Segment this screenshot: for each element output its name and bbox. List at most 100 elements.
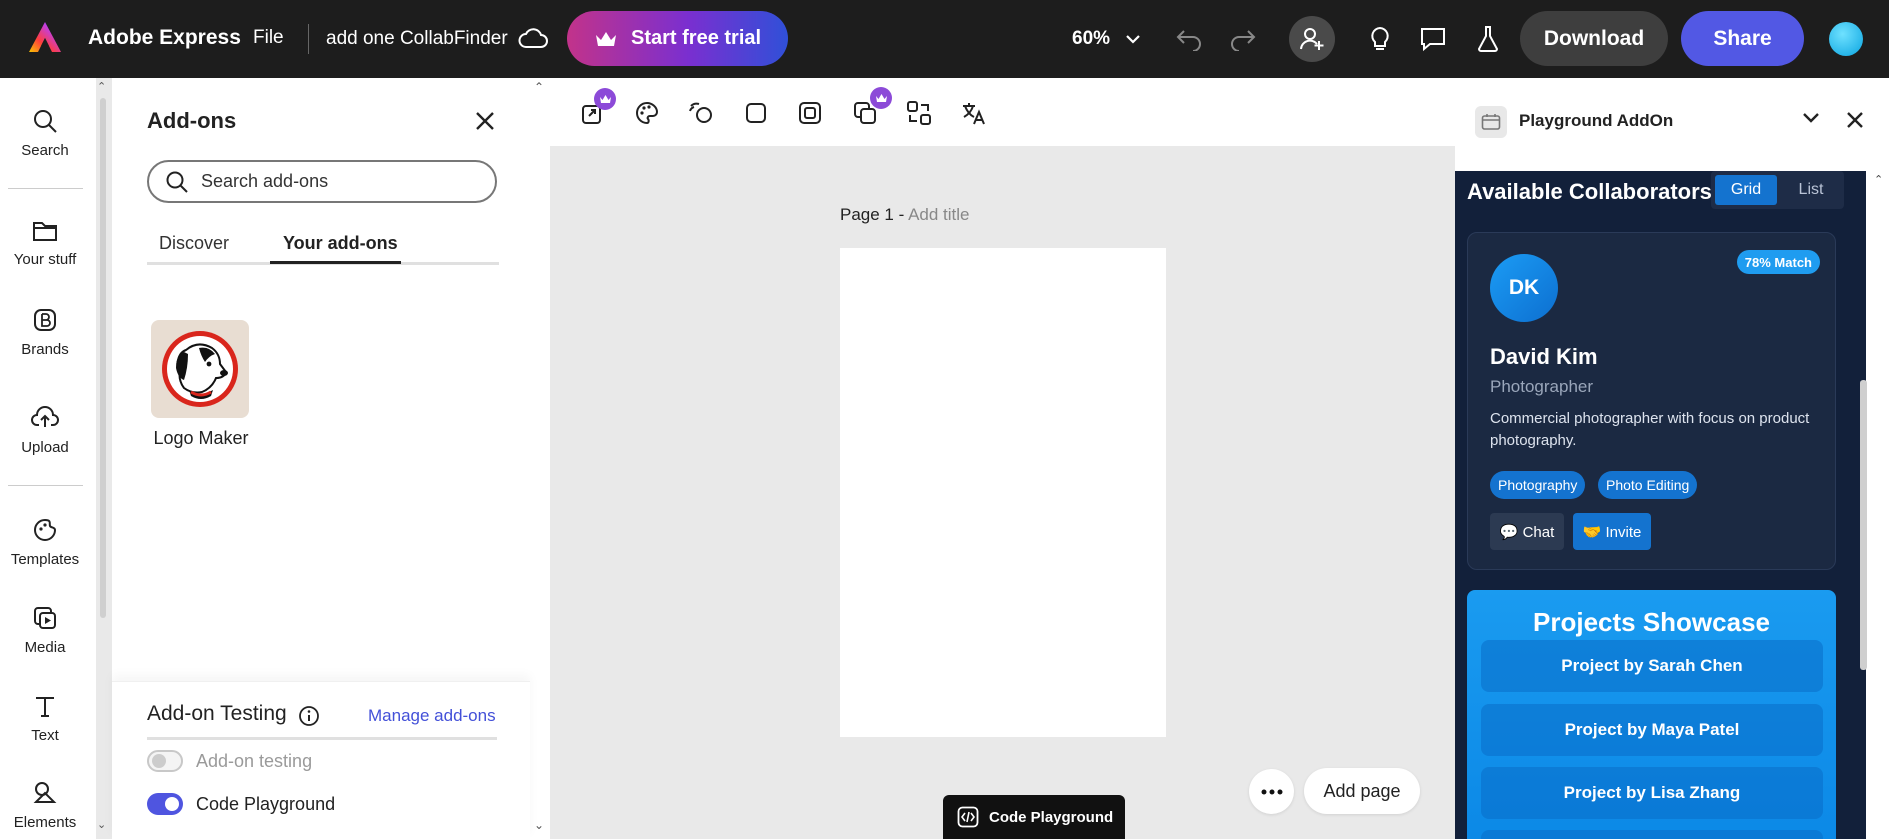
- divider: [308, 24, 309, 54]
- project-item[interactable]: Project by Lisa Zhang: [1481, 767, 1823, 819]
- project-item[interactable]: Project by Sarah Chen: [1481, 640, 1823, 692]
- rail-item-templates[interactable]: Templates: [0, 517, 90, 568]
- app-title: Adobe Express: [88, 26, 241, 49]
- rail-item-search[interactable]: Search: [0, 108, 90, 159]
- panel-scrollbar-track: [1866, 171, 1889, 839]
- addon-testing-section: Add-on Testing Manage add-ons Add-on tes…: [112, 681, 530, 839]
- code-playground-label: Code Playground: [196, 794, 336, 814]
- skill-tag: Photo Editing: [1598, 471, 1698, 499]
- rail-item-your-stuff[interactable]: Your stuff: [0, 219, 90, 268]
- rail-divider: [8, 485, 83, 486]
- flask-icon[interactable]: [1471, 22, 1505, 56]
- close-icon[interactable]: [472, 108, 498, 134]
- rail-item-brands[interactable]: Brands: [0, 307, 90, 358]
- swap-icon[interactable]: [904, 98, 934, 128]
- mask-icon[interactable]: [795, 98, 825, 128]
- list-view-button[interactable]: List: [1781, 175, 1841, 205]
- addon-testing-title: Add-on Testing: [147, 702, 287, 725]
- rail-item-label: Media: [24, 639, 66, 656]
- addon-panel-title: Playground AddOn: [1519, 111, 1674, 130]
- rail-scroll-up-arrow[interactable]: ⌃: [97, 80, 106, 93]
- download-button[interactable]: Download: [1520, 11, 1668, 66]
- search-addons-input[interactable]: Search add-ons: [147, 160, 497, 203]
- rail-item-label: Brands: [21, 341, 69, 358]
- panel-scroll-up-arrow[interactable]: ⌃: [534, 80, 544, 94]
- addon-panel-header: Playground AddOn: [1455, 78, 1889, 171]
- rail-divider: [8, 188, 83, 189]
- chat-button[interactable]: 💬 Chat: [1490, 513, 1564, 550]
- addons-tabs: Discover Your add-ons: [147, 233, 499, 265]
- addon-testing-label: Add-on testing: [196, 751, 313, 771]
- page-label[interactable]: Page 1 - Add title: [840, 205, 970, 225]
- zoom-control[interactable]: 60%: [1072, 28, 1140, 50]
- share-button[interactable]: Share: [1681, 11, 1804, 66]
- chevron-down-icon[interactable]: [1802, 112, 1820, 124]
- tab-discover[interactable]: Discover: [159, 233, 229, 254]
- toggle-knob: [165, 797, 179, 811]
- user-avatar[interactable]: [1829, 22, 1863, 56]
- panel-scrollbar-thumb[interactable]: [1860, 380, 1867, 670]
- adobe-express-logo[interactable]: [28, 21, 62, 55]
- rail-scroll-down-arrow[interactable]: ⌄: [97, 818, 106, 831]
- code-playground-toggle[interactable]: [147, 793, 183, 815]
- more-options-button[interactable]: [1249, 769, 1294, 814]
- translate-icon[interactable]: [959, 98, 989, 128]
- rail-item-label: Your stuff: [13, 251, 77, 268]
- skill-tag: Photography: [1490, 471, 1586, 499]
- shape-icon[interactable]: [741, 98, 771, 128]
- section-divider: [147, 737, 497, 740]
- add-page-button[interactable]: Add page: [1304, 768, 1420, 814]
- close-icon[interactable]: [1845, 110, 1865, 130]
- collaborator-name: David Kim: [1490, 344, 1598, 369]
- grid-view-button[interactable]: Grid: [1715, 175, 1777, 205]
- code-icon: [957, 806, 979, 828]
- file-menu[interactable]: File: [253, 27, 284, 49]
- collaborator-role: Photographer: [1490, 377, 1594, 396]
- rail-item-text[interactable]: Text: [0, 693, 90, 744]
- animate-icon[interactable]: [686, 98, 716, 128]
- add-title-hint[interactable]: Add title: [908, 205, 969, 224]
- project-item[interactable]: [1481, 830, 1823, 839]
- comment-icon[interactable]: [1416, 22, 1450, 56]
- rail-scrollbar[interactable]: [100, 98, 106, 618]
- active-tab-indicator: [270, 261, 401, 264]
- invite-person-button[interactable]: [1289, 16, 1335, 62]
- collaborators-panel: Available Collaborators Grid List DK 78%…: [1455, 171, 1866, 839]
- tab-your-addons[interactable]: Your add-ons: [283, 233, 398, 254]
- rail-item-label: Search: [21, 142, 69, 159]
- premium-crown-icon: [870, 87, 892, 109]
- start-free-trial-label: Start free trial: [631, 27, 762, 49]
- rail-item-upload[interactable]: Upload: [0, 405, 90, 456]
- panel-scroll-down-arrow[interactable]: ⌄: [534, 818, 544, 832]
- addon-testing-toggle[interactable]: [147, 750, 183, 772]
- document-title[interactable]: add one CollabFinder: [326, 28, 508, 50]
- canvas-toolbar: [550, 78, 1455, 146]
- rail-item-label: Elements: [13, 814, 77, 831]
- project-item[interactable]: Project by Maya Patel: [1481, 704, 1823, 756]
- canvas-page[interactable]: [840, 248, 1166, 737]
- panel-scroll-up-arrow[interactable]: ⌃: [1874, 173, 1883, 186]
- rail-item-label: Templates: [10, 551, 80, 568]
- showcase-title: Projects Showcase: [1533, 607, 1770, 637]
- panel-title: Add-ons: [147, 108, 237, 133]
- lightbulb-icon[interactable]: [1363, 22, 1397, 56]
- color-palette-icon[interactable]: [632, 98, 662, 128]
- dog-logo-icon: [162, 331, 238, 407]
- rail-item-elements[interactable]: Elements: [0, 780, 90, 831]
- rail-item-label: Text: [31, 727, 59, 744]
- redo-icon[interactable]: [1226, 22, 1260, 56]
- view-toggle: Grid List: [1711, 171, 1844, 209]
- premium-crown-icon: [594, 88, 616, 110]
- cloud-icon[interactable]: [517, 24, 549, 54]
- invite-button[interactable]: 🤝 Invite: [1573, 513, 1651, 550]
- search-icon: [166, 171, 188, 193]
- rail-item-media[interactable]: Media: [0, 605, 90, 656]
- undo-icon[interactable]: [1172, 22, 1206, 56]
- more-icon: [1261, 789, 1282, 794]
- info-icon[interactable]: [298, 705, 320, 727]
- manage-addons-link[interactable]: Manage add-ons: [368, 706, 496, 726]
- playground-addon-icon: [1475, 106, 1507, 138]
- logo-maker-addon-tile[interactable]: [151, 320, 249, 418]
- start-free-trial-button[interactable]: Start free trial: [567, 11, 788, 66]
- code-playground-chip[interactable]: Code Playground: [943, 795, 1125, 839]
